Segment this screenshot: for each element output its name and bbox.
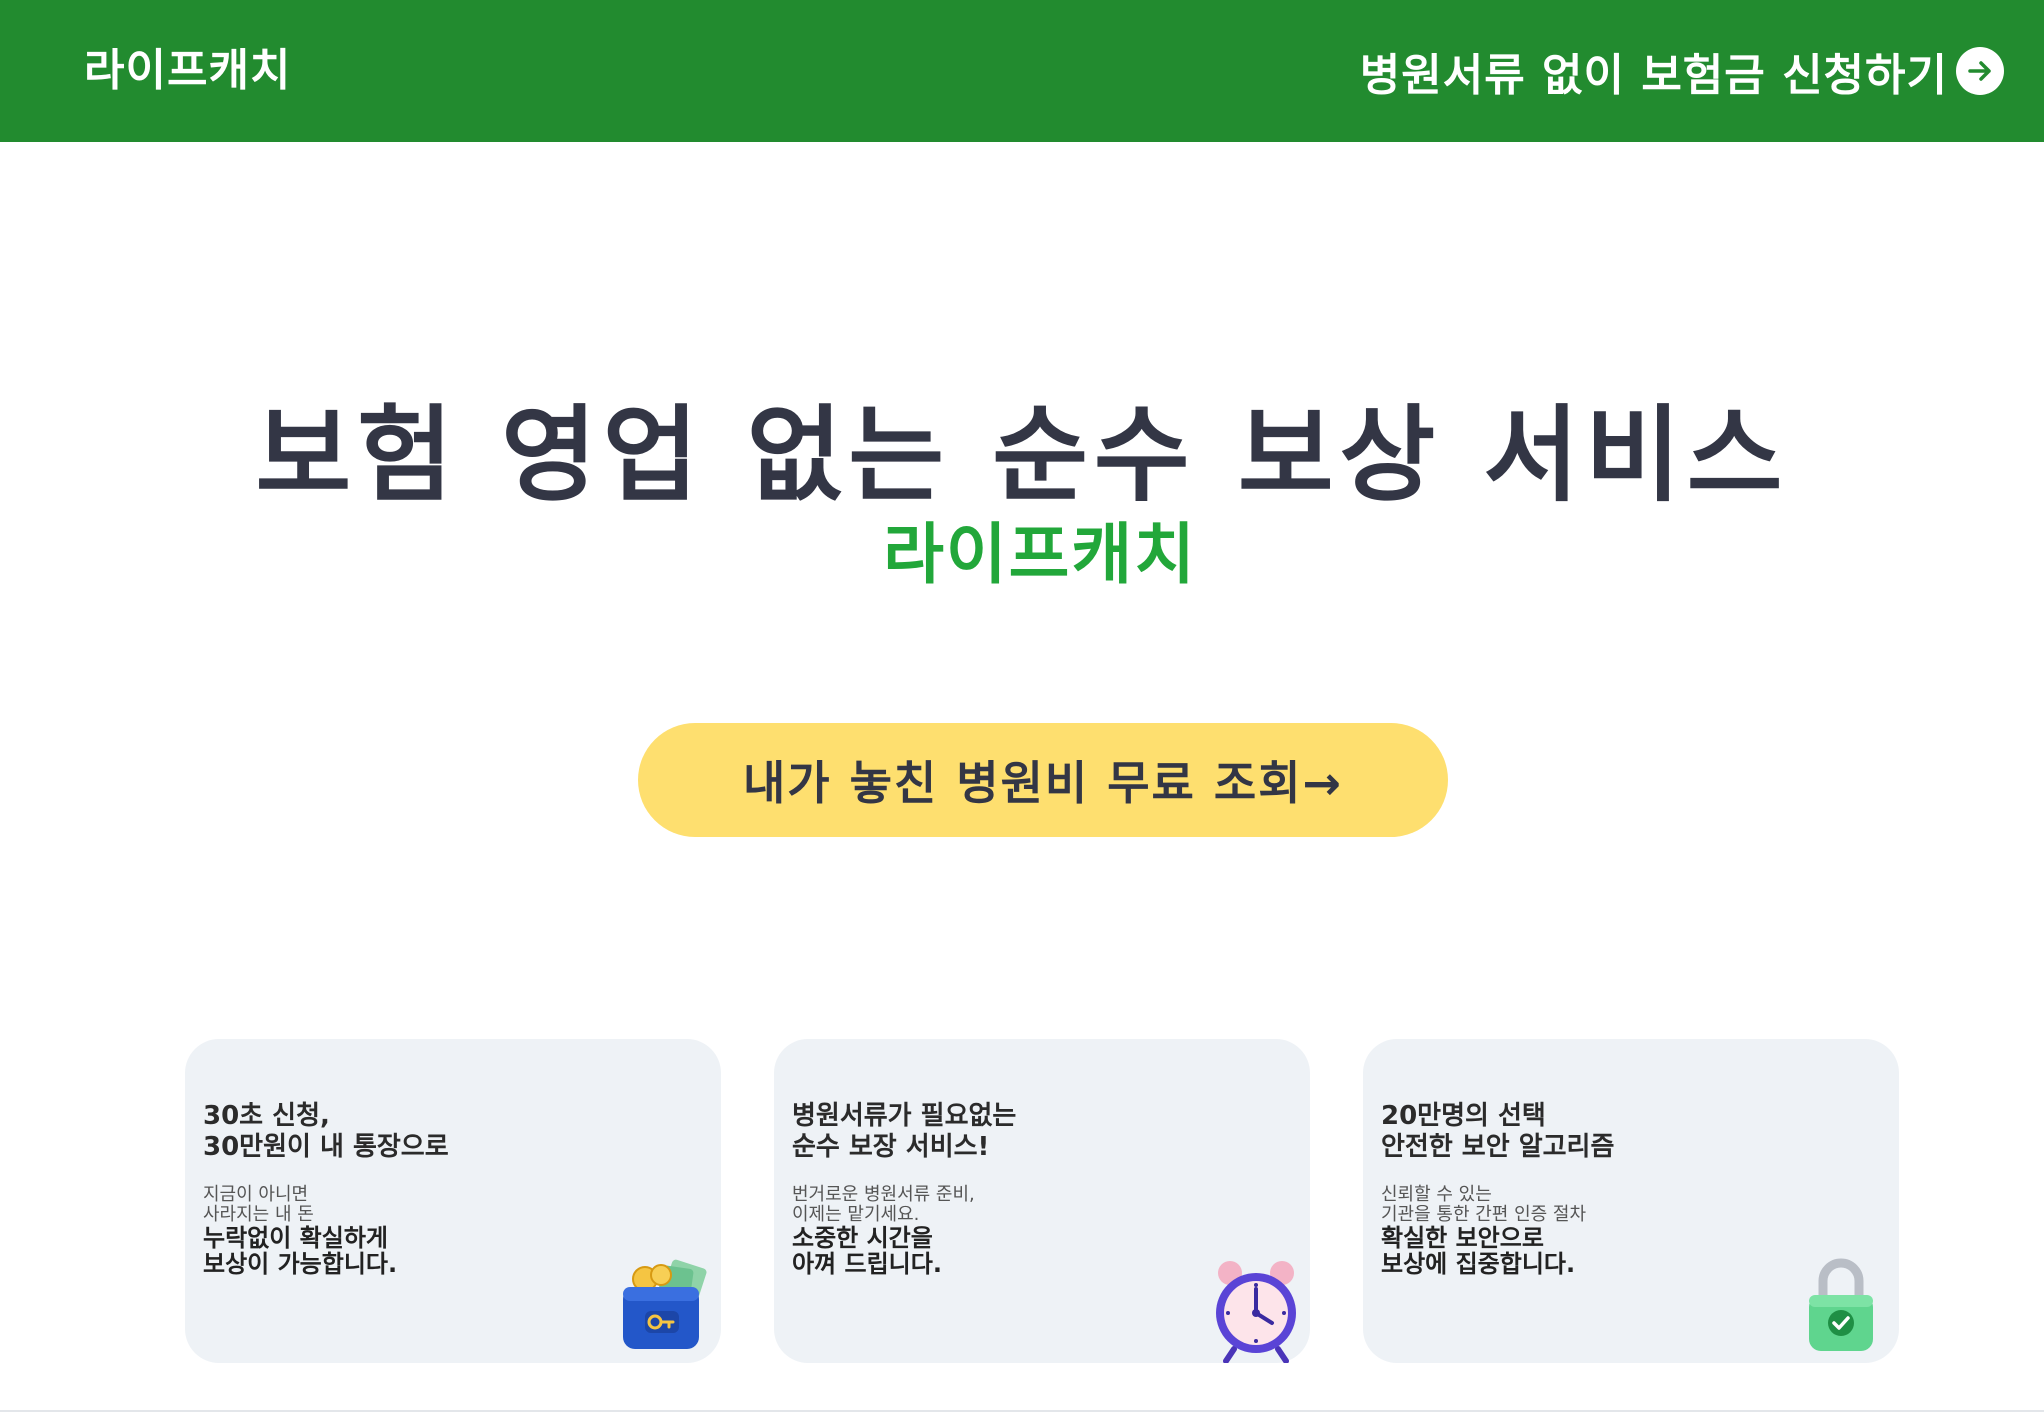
feature-card-security: 20만명의 선택 안전한 보안 알고리즘 신뢰할 수 있는 기관을 통한 간편 … bbox=[1363, 1039, 1899, 1363]
card-title: 30초 신청, 30만원이 내 통장으로 bbox=[203, 1101, 703, 1163]
alarm-clock-icon bbox=[1216, 1261, 1296, 1363]
card-description: 누락없이 확실하게 보상이 가능합니다. bbox=[203, 1225, 623, 1277]
card-subtitle-line: 기관을 통한 간편 인증 절차 bbox=[1381, 1204, 1587, 1225]
card-subtitle-line: 지금이 아니면 bbox=[203, 1184, 309, 1205]
card-subtitle-line: 이제는 맡기세요. bbox=[792, 1204, 920, 1225]
header-cta-label: 병원서류 없이 보험금 신청하기 bbox=[1359, 50, 1948, 101]
free-hospital-bill-lookup-button[interactable]: 내가 놓친 병원비 무료 조회→ bbox=[638, 723, 1448, 837]
arrow-right-circle-icon bbox=[1956, 47, 2004, 95]
card-subtitle: 지금이 아니면 사라지는 내 돈 bbox=[203, 1185, 623, 1225]
hero-title: 보험 영업 없는 순수 보상 서비스 bbox=[255, 394, 1789, 516]
card-title: 20만명의 선택 안전한 보안 알고리즘 bbox=[1381, 1101, 1881, 1163]
site-logo[interactable]: 라이프캐치 bbox=[84, 0, 291, 142]
card-description-line: 소중한 시간을 bbox=[792, 1224, 933, 1252]
top-header: 라이프캐치 병원서류 없이 보험금 신청하기 bbox=[0, 0, 2044, 142]
wallet-icon bbox=[623, 1259, 707, 1349]
card-title-line: 안전한 보안 알고리즘 bbox=[1381, 1132, 1615, 1162]
card-description-line: 누락없이 확실하게 bbox=[203, 1224, 388, 1252]
card-subtitle-line: 번거로운 병원서류 준비, bbox=[792, 1184, 975, 1205]
card-subtitle-line: 사라지는 내 돈 bbox=[203, 1204, 314, 1225]
card-description-line: 확실한 보안으로 bbox=[1381, 1224, 1544, 1252]
claim-without-documents-link[interactable]: 병원서류 없이 보험금 신청하기 bbox=[1360, 40, 2004, 102]
page-bottom-divider bbox=[0, 1410, 2044, 1412]
feature-card-fast-payout: 30초 신청, 30만원이 내 통장으로 지금이 아니면 사라지는 내 돈 누락… bbox=[185, 1039, 721, 1363]
padlock-icon bbox=[1809, 1258, 1873, 1351]
card-description-line: 보상이 가능합니다. bbox=[203, 1250, 398, 1278]
card-title: 병원서류가 필요없는 순수 보장 서비스! bbox=[792, 1101, 1292, 1163]
card-title-line: 30만원이 내 통장으로 bbox=[203, 1132, 449, 1162]
card-title-line: 20만명의 선택 bbox=[1381, 1101, 1546, 1131]
card-description-line: 보상에 집중합니다. bbox=[1381, 1250, 1576, 1278]
card-description: 확실한 보안으로 보상에 집중합니다. bbox=[1381, 1225, 1801, 1277]
card-title-line: 병원서류가 필요없는 bbox=[792, 1101, 1017, 1131]
card-subtitle: 신뢰할 수 있는 기관을 통한 간편 인증 절차 bbox=[1381, 1185, 1801, 1225]
card-subtitle-line: 신뢰할 수 있는 bbox=[1381, 1184, 1492, 1205]
card-title-line: 30초 신청, bbox=[203, 1101, 330, 1131]
card-description-line: 아껴 드립니다. bbox=[792, 1250, 942, 1278]
card-description: 소중한 시간을 아껴 드립니다. bbox=[792, 1225, 1212, 1277]
hero-brand-name: 라이프캐치 bbox=[883, 516, 1197, 593]
feature-card-no-documents: 병원서류가 필요없는 순수 보장 서비스! 번거로운 병원서류 준비, 이제는 … bbox=[774, 1039, 1310, 1363]
card-title-line: 순수 보장 서비스! bbox=[792, 1132, 990, 1162]
card-subtitle: 번거로운 병원서류 준비, 이제는 맡기세요. bbox=[792, 1185, 1212, 1225]
